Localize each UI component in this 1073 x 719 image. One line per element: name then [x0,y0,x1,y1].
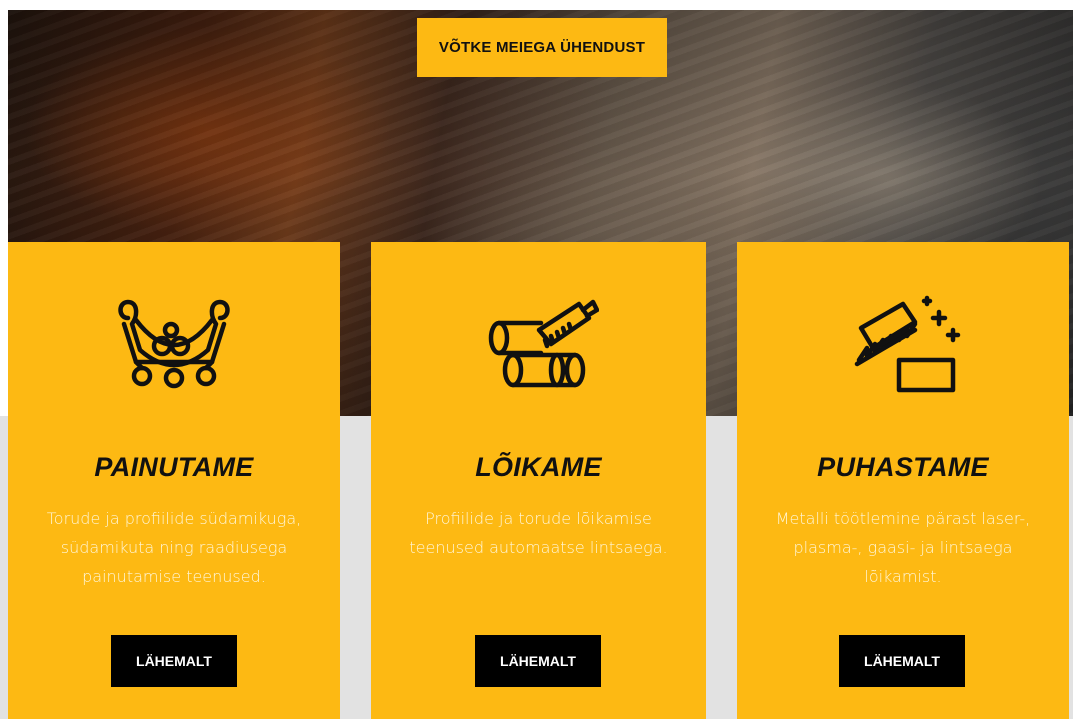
service-card-cleaning: PUHASTAME Metalli töötlemine pärast lase… [737,242,1069,719]
service-description: Metalli töötlemine pärast laser-, plasma… [775,509,1031,586]
page: VÕTKE MEIEGA ÜHENDUST PAINUTAME Torude j… [0,0,1073,719]
contact-us-button[interactable]: VÕTKE MEIEGA ÜHENDUST [417,18,667,77]
service-card-bending: PAINUTAME Torude ja profiilide südamikug… [8,242,340,719]
service-title: LÕIKAME [475,452,602,482]
read-more-button[interactable]: LÄHEMALT [111,635,237,687]
read-more-button[interactable]: LÄHEMALT [839,635,965,687]
service-description: Torude ja profiilide südamikuga, südamik… [46,509,302,586]
service-description: Profiilide ja torude lõikamise teenused … [409,509,668,557]
service-title: PAINUTAME [94,452,254,482]
pipe-bending-icon [114,290,234,402]
pipe-cutting-saw-icon [479,290,599,402]
read-more-button[interactable]: LÄHEMALT [475,635,601,687]
service-card-cutting: LÕIKAME Profiilide ja torude lõikamise t… [371,242,706,719]
service-title: PUHASTAME [817,452,989,482]
cleaning-brush-icon [843,290,963,402]
